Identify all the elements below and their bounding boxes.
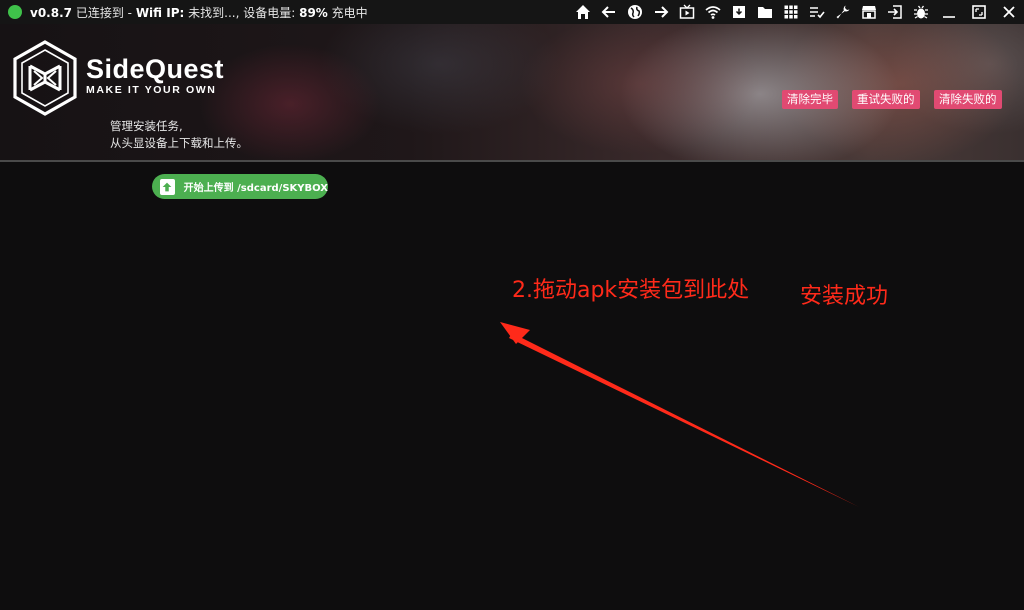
page-description-line-1: 管理安装任务, (110, 119, 183, 133)
brand-title: SideQuest (86, 54, 225, 84)
wifi-icon[interactable] (700, 0, 726, 24)
store-icon[interactable] (856, 0, 882, 24)
status-text: v0.8.7 已连接到 - Wifi IP: 未找到..., 设备电量: 89%… (30, 4, 368, 21)
tv-icon[interactable] (674, 0, 700, 24)
connection-text: 已连接到 - (75, 5, 132, 20)
clear-failed-button[interactable]: 清除失败的 (934, 90, 1002, 109)
page-description: 管理安装任务, 从头显设备上下载和上传。 (110, 118, 248, 152)
home-icon[interactable] (570, 0, 596, 24)
toolbar (570, 0, 1024, 24)
close-icon[interactable] (994, 0, 1024, 24)
clear-completed-button[interactable]: 清除完毕 (782, 90, 838, 109)
retry-failed-button[interactable]: 重试失败的 (852, 90, 920, 109)
wrench-icon[interactable] (830, 0, 856, 24)
connection-status-indicator (8, 5, 22, 19)
brand-tagline: MAKE IT YOUR OWN (86, 84, 217, 96)
charging-text: 充电中 (331, 5, 368, 20)
grid-icon[interactable] (778, 0, 804, 24)
forward-icon[interactable] (648, 0, 674, 24)
wifi-value: 未找到..., (188, 5, 240, 20)
success-annotation: 安装成功 (800, 284, 889, 309)
drag-hint-annotation: 2.拖动apk安装包到此处 (512, 278, 750, 303)
package-icon[interactable] (726, 0, 752, 24)
maximize-icon[interactable] (964, 0, 994, 24)
upload-icon (160, 178, 175, 195)
folder-icon[interactable] (752, 0, 778, 24)
back-icon[interactable] (596, 0, 622, 24)
globe-icon[interactable] (622, 0, 648, 24)
sidequest-logo-icon (13, 40, 77, 116)
upload-label: 开始上传到 /sdcard/SKYBOX (183, 183, 328, 194)
page-description-line-2: 从头显设备上下载和上传。 (110, 136, 248, 150)
import-icon[interactable] (882, 0, 908, 24)
header-banner: SideQuest MAKE IT YOUR OWN 管理安装任务, 从头显设备… (0, 24, 1024, 162)
list-check-icon[interactable] (804, 0, 830, 24)
start-upload-button[interactable]: 开始上传到 /sdcard/SKYBOX (152, 174, 328, 199)
title-bar: v0.8.7 已连接到 - Wifi IP: 未找到..., 设备电量: 89%… (0, 0, 1024, 24)
battery-label: 设备电量: (243, 5, 296, 20)
battery-value: 89% (299, 5, 328, 20)
bug-icon[interactable] (908, 0, 934, 24)
minimize-icon[interactable] (934, 0, 964, 24)
version-label: v0.8.7 (30, 5, 72, 20)
wifi-label: Wifi IP: (135, 5, 185, 20)
